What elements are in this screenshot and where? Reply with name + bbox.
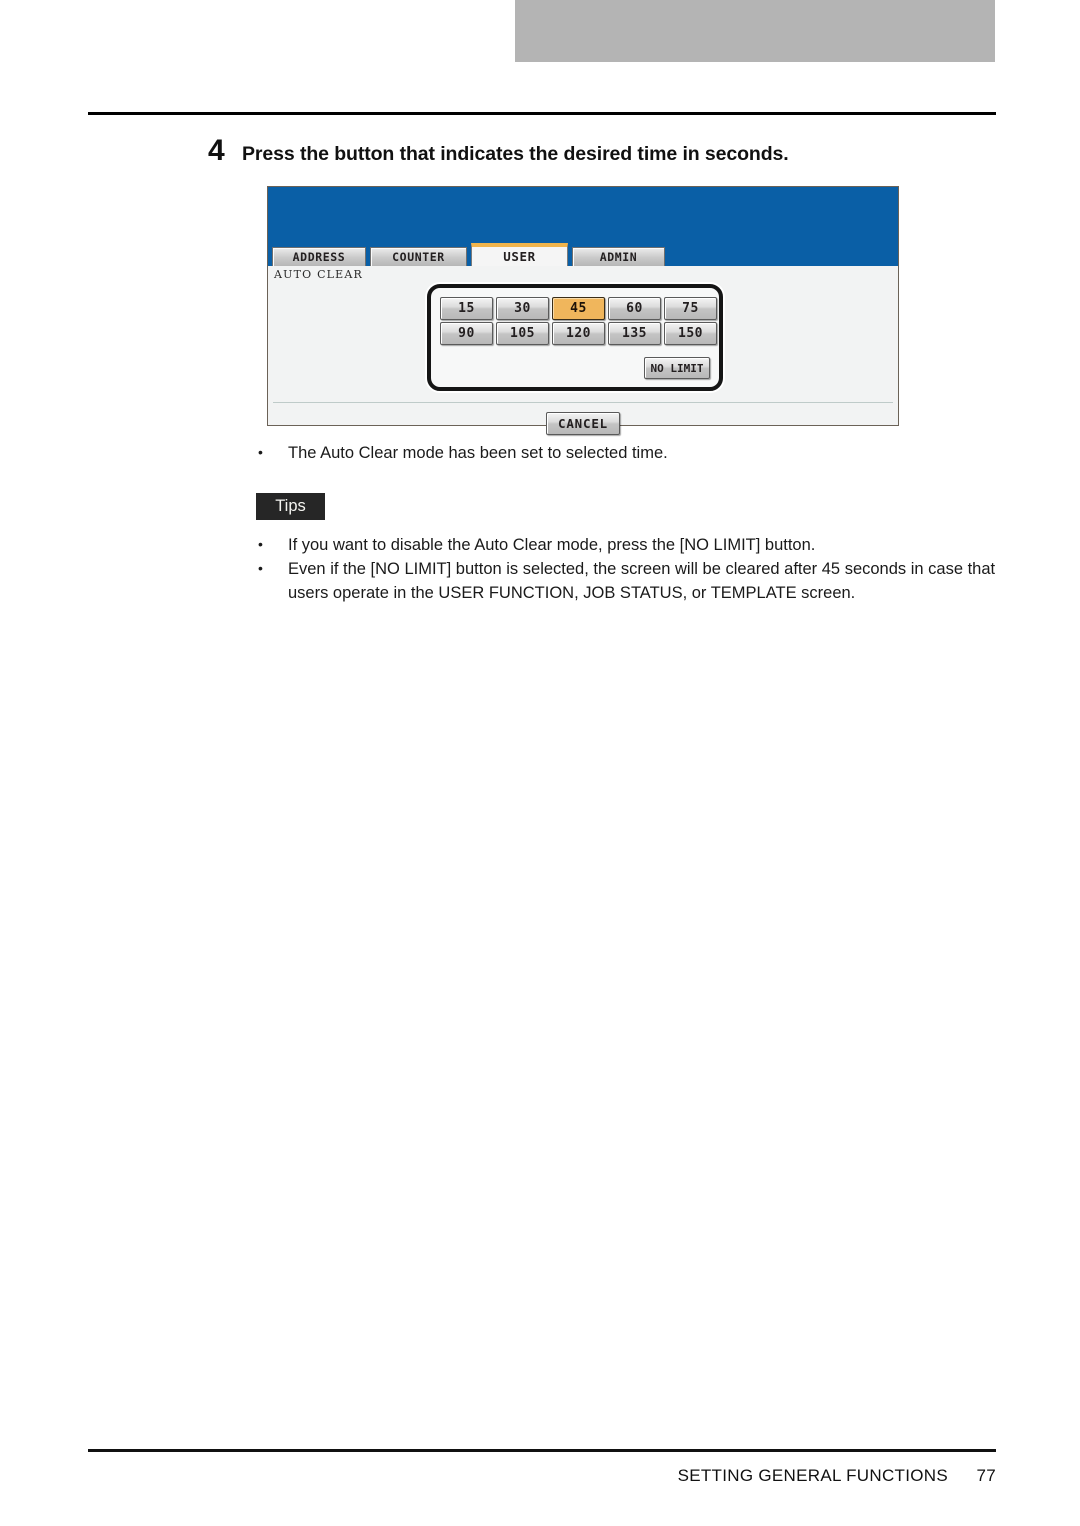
time-button-150-label: 150: [678, 326, 703, 341]
tip-bullet-row-1: • If you want to disable the Auto Clear …: [258, 533, 1018, 557]
time-button-60-label: 60: [626, 301, 643, 316]
tab-user-label: USER: [503, 249, 536, 264]
step-instruction-text: Press the button that indicates the desi…: [242, 143, 789, 165]
time-button-grid: 15 30 45 60 75 90 105 120 135 150: [440, 297, 717, 345]
panel-separator: [273, 402, 893, 403]
tab-address[interactable]: ADDRESS: [272, 247, 366, 266]
time-button-105-label: 105: [510, 326, 535, 341]
tips-badge-label: Tips: [275, 497, 306, 515]
tab-counter[interactable]: COUNTER: [370, 247, 467, 266]
tips-badge: Tips: [256, 493, 325, 520]
time-button-120-label: 120: [566, 326, 591, 341]
footer-section-title: SETTING GENERAL FUNCTIONS: [677, 1466, 948, 1485]
time-button-45-label: 45: [570, 301, 587, 316]
cancel-button-label: CANCEL: [558, 416, 608, 431]
time-button-90-label: 90: [458, 326, 475, 341]
time-button-105[interactable]: 105: [496, 322, 549, 345]
time-button-75[interactable]: 75: [664, 297, 717, 320]
bullet-glyph: •: [258, 560, 263, 576]
note-bullet-row: • The Auto Clear mode has been set to se…: [258, 441, 998, 465]
tab-counter-label: COUNTER: [392, 250, 445, 264]
footer-page-number: 77: [976, 1466, 996, 1485]
time-button-45[interactable]: 45: [552, 297, 605, 320]
time-button-75-label: 75: [682, 301, 699, 316]
time-button-150[interactable]: 150: [664, 322, 717, 345]
tip-text-2: Even if the [NO LIMIT] button is selecte…: [288, 560, 996, 603]
tab-user[interactable]: USER: [471, 243, 568, 266]
section-label-auto-clear: AUTO CLEAR: [274, 268, 364, 281]
tip-text-1: If you want to disable the Auto Clear mo…: [288, 536, 816, 554]
time-button-30-label: 30: [514, 301, 531, 316]
header-decoration-band: [515, 0, 995, 62]
cancel-button[interactable]: CANCEL: [546, 412, 620, 435]
time-button-135[interactable]: 135: [608, 322, 661, 345]
time-button-60[interactable]: 60: [608, 297, 661, 320]
note-text: The Auto Clear mode has been set to sele…: [288, 444, 668, 462]
time-button-120[interactable]: 120: [552, 322, 605, 345]
tab-admin-label: ADMIN: [599, 250, 638, 264]
tab-admin[interactable]: ADMIN: [572, 247, 665, 266]
panel-content-area: AUTO CLEAR 15 30 45 60 75 90 105 120 135…: [268, 266, 898, 435]
time-button-135-label: 135: [622, 326, 647, 341]
step-heading: 4 Press the button that indicates the de…: [208, 136, 789, 166]
time-button-15-label: 15: [458, 301, 475, 316]
device-panel-screenshot: ADDRESS COUNTER USER ADMIN AUTO CLEAR 15…: [267, 186, 899, 435]
header-rule: [88, 112, 996, 115]
panel-tabstrip: ADDRESS COUNTER USER ADMIN: [268, 243, 898, 266]
bullet-glyph: •: [258, 536, 263, 552]
tab-address-label: ADDRESS: [292, 250, 346, 264]
auto-clear-options-group: 15 30 45 60 75 90 105 120 135 150 NO LIM…: [427, 284, 723, 391]
footer-rule: [88, 1449, 996, 1452]
time-button-30[interactable]: 30: [496, 297, 549, 320]
time-button-90[interactable]: 90: [440, 322, 493, 345]
time-button-15[interactable]: 15: [440, 297, 493, 320]
no-limit-button-label: NO LIMIT: [650, 361, 704, 375]
step-number: 4: [208, 134, 225, 167]
tip-bullet-row-2: • Even if the [NO LIMIT] button is selec…: [258, 557, 1018, 606]
no-limit-button[interactable]: NO LIMIT: [644, 357, 710, 379]
page-footer: SETTING GENERAL FUNCTIONS 77: [88, 1466, 996, 1486]
bullet-glyph: •: [258, 444, 263, 460]
